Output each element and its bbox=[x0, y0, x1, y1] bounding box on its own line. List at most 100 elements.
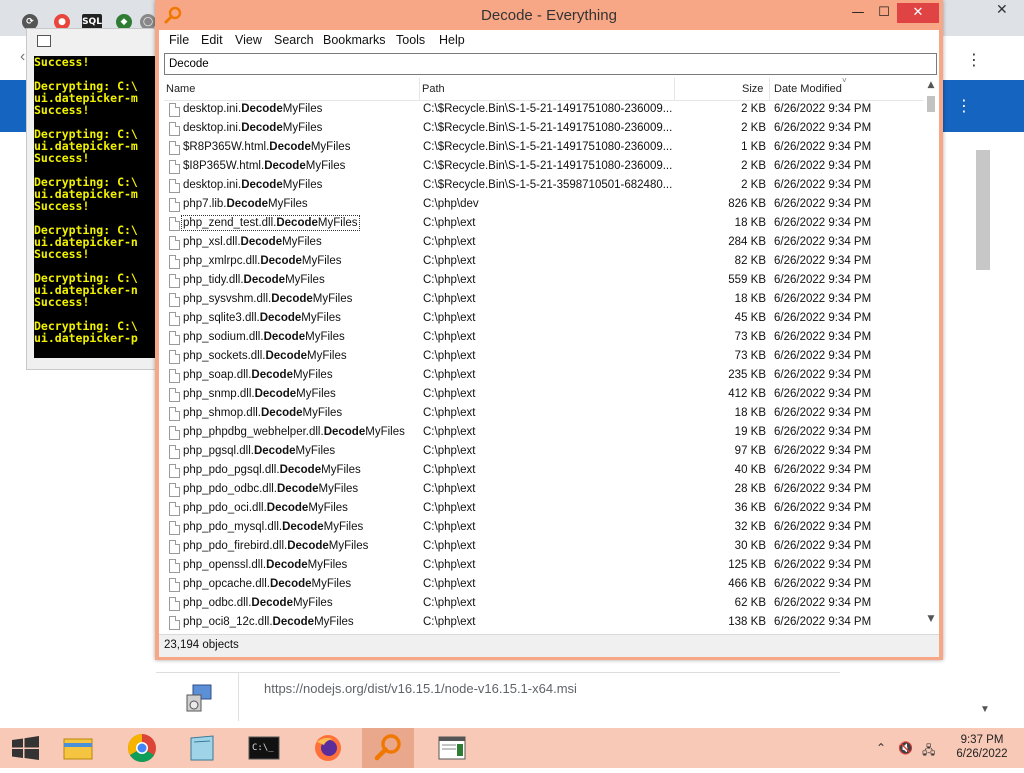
file-name: php_oci8_12c.dll.DecodeMyFiles bbox=[183, 616, 354, 628]
menu-tools[interactable]: Tools bbox=[396, 33, 425, 47]
file-name-prefix: php_zend_test.dll. bbox=[183, 217, 277, 229]
results-header: Name Path Size Date Modified ˅ bbox=[164, 78, 931, 101]
close-button[interactable]: ✕ bbox=[897, 3, 939, 23]
menu-help[interactable]: Help bbox=[439, 33, 465, 47]
table-row[interactable]: php_sqlite3.dll.DecodeMyFiles C:\php\ext 4… bbox=[164, 310, 931, 329]
file-size: 826 KB bbox=[728, 198, 766, 210]
table-row[interactable]: desktop.ini.DecodeMyFiles C:\$Recycle.Bin… bbox=[164, 120, 931, 139]
menu-bookmarks[interactable]: Bookmarks bbox=[323, 33, 386, 47]
table-row[interactable]: php_opcache.dll.DecodeMyFiles C:\php\ext 4… bbox=[164, 576, 931, 595]
menu-edit[interactable]: Edit bbox=[201, 33, 223, 47]
console-line: Success! bbox=[34, 199, 90, 213]
cmd-button[interactable]: C:\_ bbox=[238, 728, 290, 768]
table-row[interactable]: php_zend_test.dll.DecodeMyFiles C:\php\ex… bbox=[164, 215, 931, 234]
page-scrollbar-thumb[interactable] bbox=[976, 150, 990, 270]
file-name-match: Decode bbox=[264, 160, 306, 172]
file-date-modified: 6/26/2022 9:34 PM bbox=[774, 236, 872, 248]
results-scrollbar[interactable]: ▲ ▼ bbox=[923, 78, 939, 630]
file-explorer-icon bbox=[63, 738, 93, 760]
table-row[interactable]: php_xsl.dll.DecodeMyFiles C:\php\ext 284 K… bbox=[164, 234, 931, 253]
tray-chevron-icon[interactable]: ⌃ bbox=[876, 741, 886, 755]
column-header-size[interactable]: Size bbox=[742, 83, 763, 95]
document-button[interactable] bbox=[426, 728, 478, 768]
volume-muted-icon[interactable]: 🔇 bbox=[898, 741, 913, 755]
file-name: php_soap.dll.DecodeMyFiles bbox=[183, 369, 333, 381]
table-row[interactable]: php_phpdbg_webhelper.dll.DecodeMyFiles C:… bbox=[164, 424, 931, 443]
file-path: C:\php\ext bbox=[423, 274, 476, 286]
file-date-modified: 6/26/2022 9:34 PM bbox=[774, 141, 872, 153]
maximize-button[interactable]: ☐ bbox=[871, 3, 897, 23]
file-icon bbox=[169, 350, 180, 364]
table-row[interactable]: php_tidy.dll.DecodeMyFiles C:\php\ext 559 … bbox=[164, 272, 931, 291]
file-date-modified: 6/26/2022 9:34 PM bbox=[774, 255, 872, 267]
menu-search[interactable]: Search bbox=[274, 33, 314, 47]
file-name: php_pdo_oci.dll.DecodeMyFiles bbox=[183, 502, 348, 514]
scroll-down-arrow-icon[interactable]: ▼ bbox=[923, 614, 939, 628]
table-row[interactable]: php_oci8_12c.dll.DecodeMyFiles C:\php\ext… bbox=[164, 614, 931, 630]
table-row[interactable]: php7.lib.DecodeMyFiles C:\php\dev 826 KB 6/… bbox=[164, 196, 931, 215]
file-name-suffix: MyFiles bbox=[308, 502, 348, 514]
table-row[interactable]: php_sysvshm.dll.DecodeMyFiles C:\php\ext 1… bbox=[164, 291, 931, 310]
column-divider[interactable] bbox=[769, 78, 770, 100]
minimize-button[interactable]: — bbox=[845, 3, 871, 23]
results-list: Name Path Size Date Modified ˅ desktop.i… bbox=[164, 78, 931, 630]
file-name: php_sysvshm.dll.DecodeMyFiles bbox=[183, 293, 352, 305]
table-row[interactable]: php_xmlrpc.dll.DecodeMyFiles C:\php\ext 82… bbox=[164, 253, 931, 272]
table-row[interactable]: php_shmop.dll.DecodeMyFiles C:\php\ext 18 … bbox=[164, 405, 931, 424]
table-row[interactable]: desktop.ini.DecodeMyFiles C:\$Recycle.Bin… bbox=[164, 101, 931, 120]
chrome-button[interactable] bbox=[116, 728, 168, 768]
file-icon bbox=[169, 521, 180, 535]
column-header-path[interactable]: Path bbox=[422, 83, 445, 95]
notepad-button[interactable] bbox=[176, 728, 228, 768]
file-name: php_sqlite3.dll.DecodeMyFiles bbox=[183, 312, 341, 324]
back-arrow-icon[interactable]: ‹ bbox=[20, 48, 25, 66]
menu-view[interactable]: View bbox=[235, 33, 262, 47]
column-header-name[interactable]: Name bbox=[166, 83, 195, 95]
menu-file[interactable]: File bbox=[169, 33, 189, 47]
browser-close-icon[interactable]: ✕ bbox=[996, 2, 1008, 18]
table-row[interactable]: php_sodium.dll.DecodeMyFiles C:\php\ext 73… bbox=[164, 329, 931, 348]
network-icon[interactable]: 🖧 bbox=[922, 741, 935, 762]
table-row[interactable]: php_pdo_oci.dll.DecodeMyFiles C:\php\ext 3… bbox=[164, 500, 931, 519]
everything-titlebar[interactable]: Decode - Everything — ☐ ✕ bbox=[155, 0, 943, 30]
scroll-up-arrow-icon[interactable]: ▲ bbox=[923, 80, 939, 94]
file-icon bbox=[169, 407, 180, 421]
column-divider[interactable] bbox=[419, 78, 420, 100]
download-divider bbox=[238, 673, 239, 721]
table-row[interactable]: php_snmp.dll.DecodeMyFiles C:\php\ext 412 … bbox=[164, 386, 931, 405]
file-name-match: Decode bbox=[253, 445, 296, 457]
table-row[interactable]: php_pdo_firebird.dll.DecodeMyFiles C:\php… bbox=[164, 538, 931, 557]
file-name-suffix: MyFiles bbox=[323, 521, 364, 533]
search-input[interactable] bbox=[165, 55, 929, 73]
installer-icon[interactable] bbox=[184, 683, 214, 713]
table-row[interactable]: php_pgsql.dll.DecodeMyFiles C:\php\ext 97 … bbox=[164, 443, 931, 462]
table-row[interactable]: php_pdo_mysql.dll.DecodeMyFiles C:\php\ex… bbox=[164, 519, 931, 538]
table-row[interactable]: php_openssl.dll.DecodeMyFiles C:\php\ext 1… bbox=[164, 557, 931, 576]
file-path: C:\php\ext bbox=[423, 407, 476, 419]
table-row[interactable]: php_pdo_pgsql.dll.DecodeMyFiles C:\php\ex… bbox=[164, 462, 931, 481]
column-header-date[interactable]: Date Modified bbox=[774, 83, 842, 95]
table-row[interactable]: php_soap.dll.DecodeMyFiles C:\php\ext 235 … bbox=[164, 367, 931, 386]
file-name-prefix: php_pgsql.dll. bbox=[183, 445, 254, 457]
file-size: 30 KB bbox=[734, 540, 766, 552]
everything-taskbar-button[interactable] bbox=[362, 728, 414, 768]
table-row[interactable]: $R8P365W.html.DecodeMyFiles C:\$Recycle.B… bbox=[164, 139, 931, 158]
table-row[interactable]: php_pdo_odbc.dll.DecodeMyFiles C:\php\ext… bbox=[164, 481, 931, 500]
file-name-match: Decode bbox=[251, 597, 293, 609]
table-row[interactable]: php_sockets.dll.DecodeMyFiles C:\php\ext 7… bbox=[164, 348, 931, 367]
page-menu-icon[interactable]: ⋮ bbox=[956, 96, 972, 115]
start-button[interactable] bbox=[0, 728, 52, 768]
download-url[interactable]: https://nodejs.org/dist/v16.15.1/node-v1… bbox=[264, 681, 577, 696]
firefox-button[interactable] bbox=[302, 728, 354, 768]
scroll-down-arrow-icon[interactable]: ▼ bbox=[980, 704, 990, 715]
table-row[interactable]: $I8P365W.html.DecodeMyFiles C:\$Recycle.B… bbox=[164, 158, 931, 177]
table-row[interactable]: desktop.ini.DecodeMyFiles C:\$Recycle.Bin… bbox=[164, 177, 931, 196]
table-row[interactable]: php_odbc.dll.DecodeMyFiles C:\php\ext 62 K… bbox=[164, 595, 931, 614]
scrollbar-thumb[interactable] bbox=[927, 96, 935, 112]
file-size: 138 KB bbox=[728, 616, 766, 628]
column-divider[interactable] bbox=[674, 78, 675, 100]
file-name: php_snmp.dll.DecodeMyFiles bbox=[183, 388, 336, 400]
browser-menu-icon[interactable]: ⋮ bbox=[966, 50, 982, 69]
file-explorer-button[interactable] bbox=[52, 728, 104, 768]
clock[interactable]: 9:37 PM 6/26/2022 bbox=[948, 733, 1016, 761]
